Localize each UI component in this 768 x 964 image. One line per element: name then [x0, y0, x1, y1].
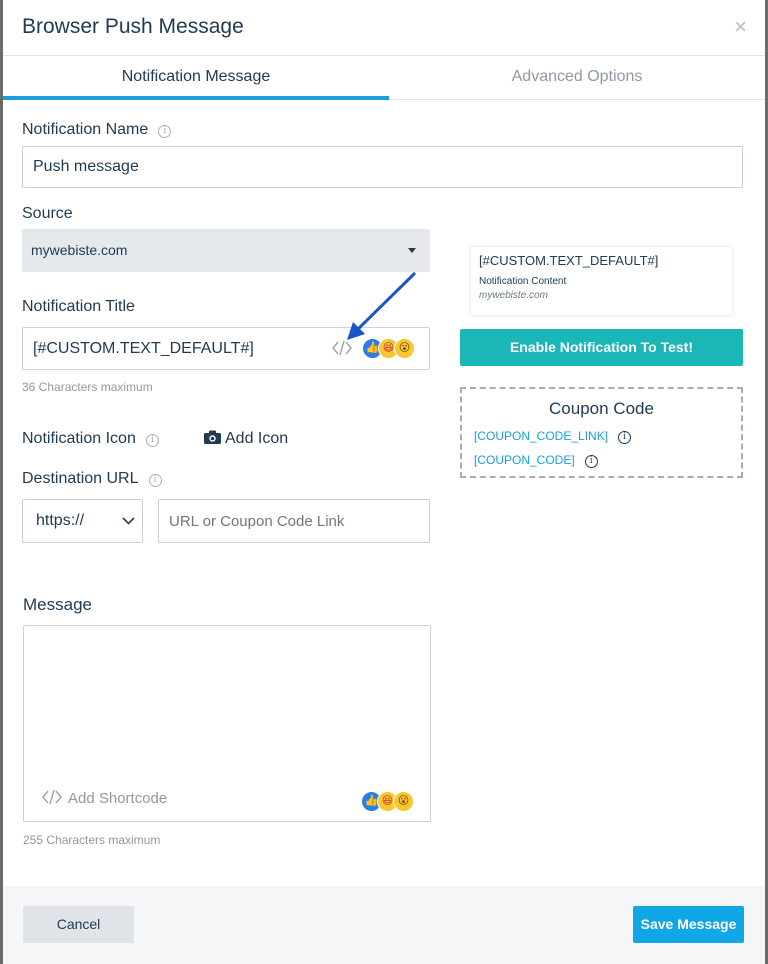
notification-icon-label: Notification Icon i [22, 430, 159, 448]
preview-domain: mywebiste.com [479, 290, 548, 301]
modal-title: Browser Push Message [22, 15, 244, 38]
source-select[interactable]: mywebiste.com [22, 229, 430, 272]
tab-bar: Notification Message Advanced Options [3, 56, 765, 100]
caret-down-icon [408, 248, 416, 253]
add-shortcode-label: Add Shortcode [68, 790, 168, 807]
message-character-hint: 255 Characters maximum [23, 833, 161, 847]
title-character-hint: 36 Characters maximum [22, 380, 153, 394]
notification-name-label-text: Notification Name [22, 121, 149, 138]
info-icon[interactable]: i [148, 474, 162, 487]
notification-icon-label-text: Notification Icon [22, 430, 136, 447]
chevron-down-icon [122, 517, 135, 525]
tab-notification-message[interactable]: Notification Message [3, 56, 389, 100]
notification-title-value: [#CUSTOM.TEXT_DEFAULT#] [33, 340, 254, 357]
save-message-button[interactable]: Save Message [633, 906, 744, 943]
add-shortcode-button[interactable]: Add Shortcode [42, 789, 167, 807]
modal-footer: Cancel Save Message [3, 886, 765, 964]
surprised-emoji-icon: 😮 [393, 791, 414, 812]
notification-title-label: Notification Title [22, 298, 135, 315]
message-textarea[interactable]: Add Shortcode 👍 😆 😮 [23, 625, 431, 822]
info-icon[interactable]: i [584, 455, 598, 468]
info-icon[interactable]: i [158, 125, 172, 138]
source-select-value: mywebiste.com [31, 242, 128, 258]
coupon-code-link-text: [COUPON_CODE_LINK] [474, 429, 609, 443]
add-icon-label: Add Icon [225, 430, 289, 447]
info-icon[interactable]: i [145, 434, 159, 447]
message-label: Message [23, 595, 92, 614]
notification-preview: [#CUSTOM.TEXT_DEFAULT#] Notification Con… [471, 247, 732, 315]
source-label: Source [22, 205, 73, 222]
notification-name-input[interactable]: Push message [22, 146, 743, 188]
destination-url-label-text: Destination URL [22, 470, 139, 487]
coupon-code-box: Coupon Code [COUPON_CODE_LINK] i [COUPON_… [460, 387, 743, 478]
protocol-value: https:// [36, 512, 85, 529]
cancel-button[interactable]: Cancel [23, 906, 134, 943]
code-shortcode-icon [42, 789, 62, 805]
coupon-code-text: [COUPON_CODE] [474, 453, 575, 467]
enable-notification-test-button[interactable]: Enable Notification To Test! [460, 329, 743, 366]
modal-header: Browser Push Message × [3, 0, 765, 56]
camera-icon [204, 430, 221, 444]
notification-name-label: Notification Name i [22, 121, 172, 139]
add-icon-button[interactable]: Add Icon [204, 430, 288, 448]
info-icon[interactable]: i [618, 431, 632, 444]
coupon-code-link-tag[interactable]: [COUPON_CODE_LINK] i [474, 429, 632, 444]
coupon-code-title: Coupon Code [549, 399, 654, 418]
coupon-code-tag[interactable]: [COUPON_CODE] i [474, 453, 598, 468]
close-icon[interactable]: × [734, 14, 747, 40]
push-message-modal: Browser Push Message × Notification Mess… [3, 0, 765, 964]
tab-advanced-options[interactable]: Advanced Options [389, 56, 765, 100]
preview-content: Notification Content [479, 276, 567, 287]
destination-url-label: Destination URL i [22, 470, 162, 488]
emoji-picker[interactable]: 👍 😆 😮 [361, 791, 414, 812]
preview-title: [#CUSTOM.TEXT_DEFAULT#] [479, 253, 659, 268]
protocol-select[interactable]: https:// [22, 499, 143, 543]
destination-url-input[interactable] [158, 499, 430, 543]
arrow-annotation-icon [347, 271, 417, 340]
